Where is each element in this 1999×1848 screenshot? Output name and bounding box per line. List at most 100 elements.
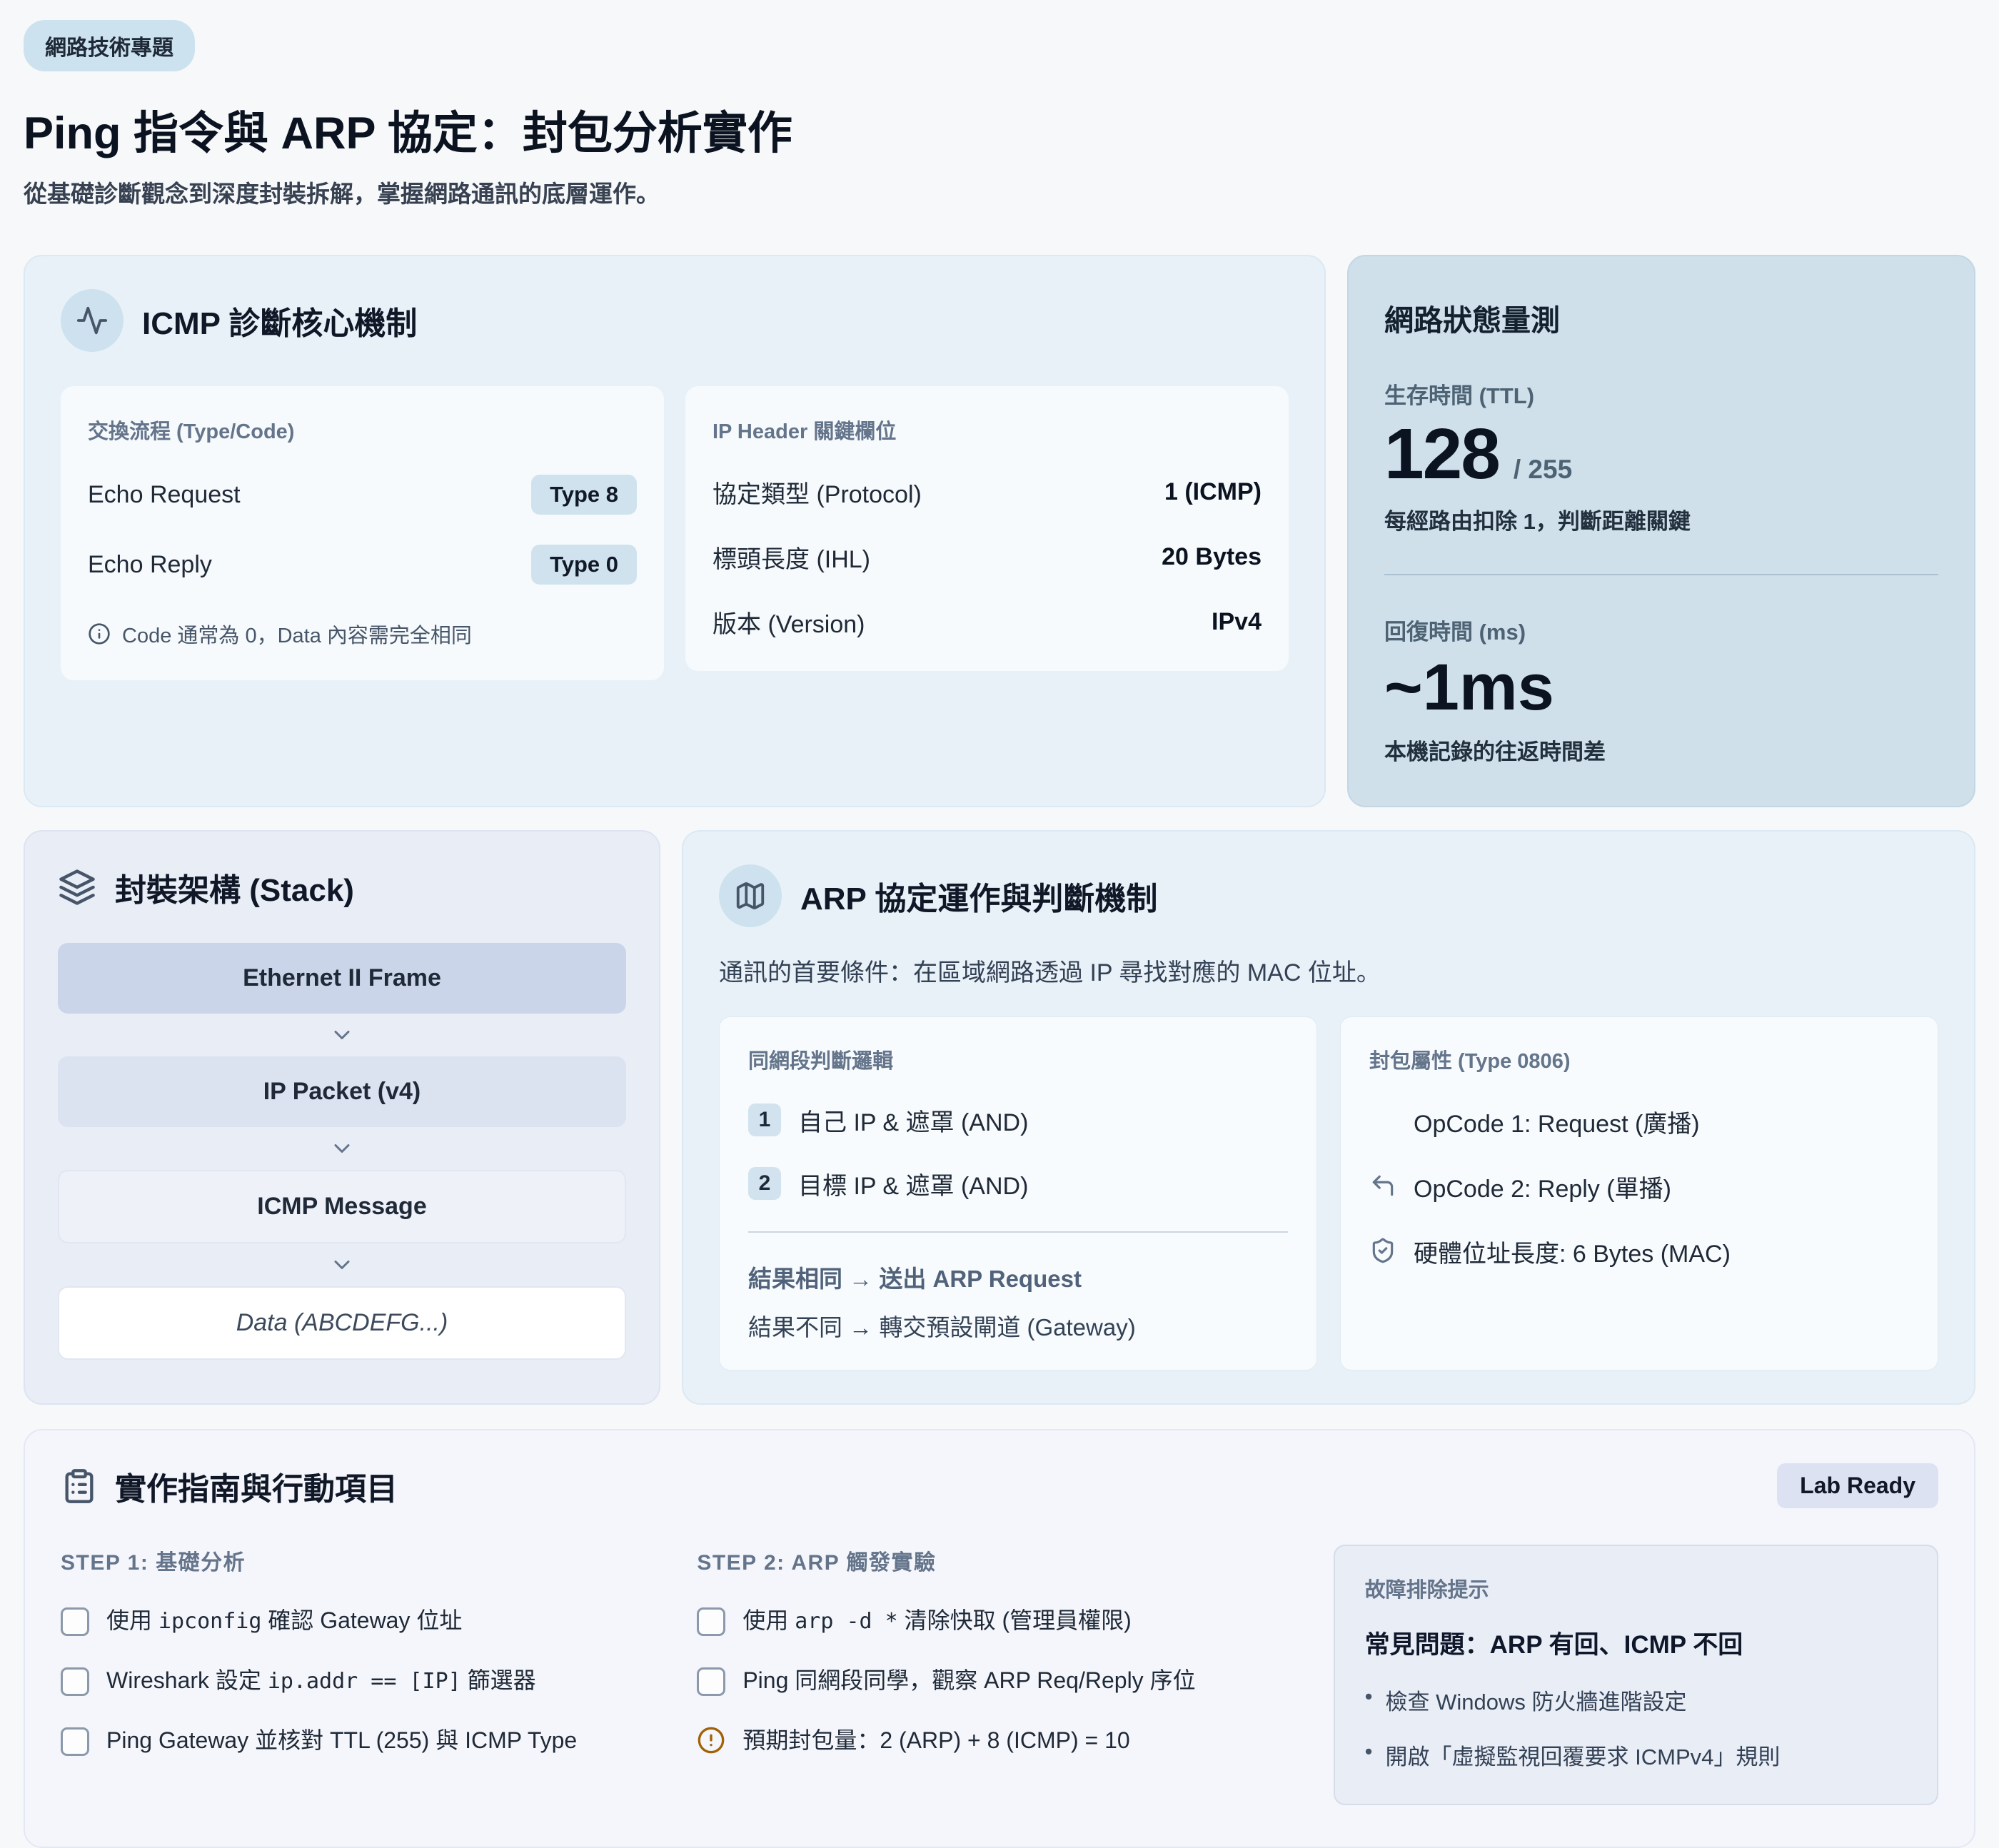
stack-layer: Ethernet II Frame — [58, 943, 626, 1014]
stack-card: 封裝架構 (Stack) Ethernet II Frame IP Packet… — [24, 830, 660, 1405]
logic-step-text: 自己 IP & 遮罩 (AND) — [798, 1103, 1028, 1138]
logic-step: 1 自己 IP & 遮罩 (AND) — [748, 1103, 1288, 1138]
layers-icon — [58, 868, 96, 907]
packet-row: 硬體位址長度: 6 Bytes (MAC) — [1369, 1234, 1909, 1269]
checklist-item: Wireshark 設定 ip.addr == [IP] 篩選器 — [61, 1666, 665, 1696]
icmp-card-header: ICMP 診斷核心機制 — [61, 289, 1289, 352]
ipheader-label: IP Header 關鍵欄位 — [713, 415, 1262, 445]
ipheader-row: 協定類型 (Protocol) 1 (ICMP) — [713, 475, 1262, 510]
checkbox[interactable] — [697, 1607, 725, 1636]
tips-label: 故障排除提示 — [1365, 1573, 1907, 1603]
map-icon — [719, 864, 782, 927]
checklist-item-text: Ping Gateway 並核對 TTL (255) 與 ICMP Type — [106, 1726, 577, 1756]
ttl-max: / 255 — [1514, 455, 1572, 485]
stack-layer-data: Data (ABCDEFG...) — [58, 1286, 626, 1360]
exchange-note-row: Code 通常為 0，Data 內容需完全相同 — [88, 619, 637, 649]
ipheader-row: 標頭長度 (IHL) 20 Bytes — [713, 540, 1262, 575]
packet-row-text: OpCode 1: Request (廣播) — [1414, 1104, 1700, 1139]
type-badge: Type 0 — [531, 545, 637, 585]
status-divider — [1384, 574, 1938, 575]
chevron-down-icon — [58, 1127, 626, 1170]
ipheader-row-label: 標頭長度 (IHL) — [713, 540, 870, 575]
rtt-caption: 本機記錄的往返時間差 — [1384, 734, 1938, 766]
guide-columns: STEP 1: 基礎分析 使用 ipconfig 確認 Gateway 位址 W… — [61, 1545, 1938, 1805]
bullet-icon: • — [1365, 1739, 1373, 1764]
arp-card-header: ARP 協定運作與判斷機制 — [719, 864, 1938, 927]
arp-boxes: 同網段判斷邏輯 1 自己 IP & 遮罩 (AND) 2 目標 IP & 遮罩 … — [719, 1016, 1938, 1370]
checklist-item: 使用 arp -d * 清除快取 (管理員權限) — [697, 1606, 1301, 1636]
step-number-badge: 1 — [748, 1104, 781, 1136]
checkbox[interactable] — [697, 1667, 725, 1696]
step2-column: STEP 2: ARP 觸發實驗 使用 arp -d * 清除快取 (管理員權限… — [697, 1545, 1301, 1756]
icmp-card-title: ICMP 診斷核心機制 — [142, 298, 417, 343]
step1-label: STEP 1: 基礎分析 — [61, 1545, 665, 1576]
page: 網路技術專題 Ping 指令與 ARP 協定：封包分析實作 從基礎診斷觀念到深度… — [0, 0, 1999, 1848]
exchange-subcard: 交換流程 (Type/Code) Echo Request Type 8 Ech… — [61, 386, 664, 680]
logic-step-text: 目標 IP & 遮罩 (AND) — [798, 1166, 1028, 1201]
stack-layer: ICMP Message — [58, 1170, 626, 1243]
checkbox[interactable] — [61, 1667, 89, 1696]
page-subtitle: 從基礎診斷觀念到深度封裝拆解，掌握網路通訊的底層運作。 — [24, 175, 1975, 209]
packet-row: OpCode 2: Reply (單播) — [1369, 1169, 1909, 1204]
icmp-subcards: 交換流程 (Type/Code) Echo Request Type 8 Ech… — [61, 386, 1289, 680]
ttl-label: 生存時間 (TTL) — [1384, 378, 1938, 410]
page-title: Ping 指令與 ARP 協定：封包分析實作 — [24, 97, 1975, 162]
exchange-row-label: Echo Request — [88, 481, 241, 509]
packet-label: 封包屬性 (Type 0806) — [1369, 1044, 1909, 1074]
step-number-badge: 2 — [748, 1167, 781, 1200]
status-card: 網路狀態量測 生存時間 (TTL) 128 / 255 每經路由扣除 1，判斷距… — [1347, 255, 1975, 807]
expected-packet-note: 預期封包量：2 (ARP) + 8 (ICMP) = 10 — [697, 1726, 1301, 1756]
step1-column: STEP 1: 基礎分析 使用 ipconfig 確認 Gateway 位址 W… — [61, 1545, 665, 1756]
alert-circle-icon — [697, 1726, 725, 1754]
row-stack-arp: 封裝架構 (Stack) Ethernet II Frame IP Packet… — [24, 830, 1975, 1405]
guide-card-title: 實作指南與行動項目 — [115, 1463, 398, 1509]
ipheader-row-value: IPv4 — [1212, 608, 1262, 636]
topic-badge: 網路技術專題 — [24, 20, 195, 71]
checklist-item-text: 使用 arp -d * 清除快取 (管理員權限) — [742, 1606, 1132, 1636]
tip-item-text: 開啟「虛擬監視回覆要求 ICMPv4」規則 — [1386, 1739, 1781, 1771]
logic-step: 2 目標 IP & 遮罩 (AND) — [748, 1166, 1288, 1201]
checklist-item: 使用 ipconfig 確認 Gateway 位址 — [61, 1606, 665, 1636]
stack-layers: Ethernet II Frame IP Packet (v4) ICMP Me… — [58, 943, 626, 1360]
packet-row: OpCode 1: Request (廣播) — [1369, 1104, 1909, 1139]
checkbox[interactable] — [61, 1607, 89, 1636]
chevron-down-icon — [58, 1243, 626, 1286]
packet-row-text: OpCode 2: Reply (單播) — [1414, 1169, 1671, 1204]
rtt-value: ~1ms — [1384, 653, 1554, 722]
expected-packet-text: 預期封包量：2 (ARP) + 8 (ICMP) = 10 — [742, 1726, 1129, 1756]
checklist-item: Ping Gateway 並核對 TTL (255) 與 ICMP Type — [61, 1726, 665, 1756]
checklist-item-text: Ping 同網段同學，觀察 ARP Req/Reply 序位 — [742, 1666, 1195, 1696]
chevron-down-icon — [58, 1014, 626, 1056]
logic-label: 同網段判斷邏輯 — [748, 1044, 1288, 1074]
exchange-note: Code 通常為 0，Data 內容需完全相同 — [122, 619, 472, 649]
ipheader-row-value: 1 (ICMP) — [1164, 478, 1262, 506]
troubleshooting-box: 故障排除提示 常見問題：ARP 有回、ICMP 不回 • 檢查 Windows … — [1334, 1545, 1938, 1805]
ipheader-row-label: 協定類型 (Protocol) — [713, 475, 922, 510]
type-badge: Type 8 — [531, 475, 637, 515]
logic-box: 同網段判斷邏輯 1 自己 IP & 遮罩 (AND) 2 目標 IP & 遮罩 … — [719, 1016, 1317, 1370]
ttl-caption: 每經路由扣除 1，判斷距離關鍵 — [1384, 503, 1938, 535]
reply-arrow-icon — [1369, 1172, 1398, 1201]
packet-row-text: 硬體位址長度: 6 Bytes (MAC) — [1414, 1234, 1731, 1269]
tip-item: • 開啟「虛擬監視回覆要求 ICMPv4」規則 — [1365, 1739, 1907, 1771]
guide-card-header: 實作指南與行動項目 Lab Ready — [61, 1463, 1938, 1509]
logic-result-same: 結果相同 → 送出 ARP Request — [748, 1260, 1288, 1294]
guide-card: 實作指南與行動項目 Lab Ready STEP 1: 基礎分析 使用 ipco… — [24, 1429, 1975, 1848]
ipheader-row-value: 20 Bytes — [1162, 543, 1262, 571]
info-icon — [88, 622, 111, 645]
arp-card-title: ARP 協定運作與判斷機制 — [800, 873, 1157, 919]
checkbox[interactable] — [61, 1727, 89, 1756]
rtt-label: 回復時間 (ms) — [1384, 614, 1938, 646]
exchange-row: Echo Reply Type 0 — [88, 545, 637, 585]
ipheader-row: 版本 (Version) IPv4 — [713, 605, 1262, 640]
stack-layer: IP Packet (v4) — [58, 1056, 626, 1127]
tips-headline: 常見問題：ARP 有回、ICMP 不回 — [1365, 1625, 1907, 1661]
checklist-item: Ping 同網段同學，觀察 ARP Req/Reply 序位 — [697, 1666, 1301, 1696]
ttl-metric: 128 / 255 — [1384, 417, 1938, 492]
clipboard-list-icon — [61, 1468, 98, 1505]
tip-item-text: 檢查 Windows 防火牆進階設定 — [1386, 1684, 1687, 1716]
exchange-label: 交換流程 (Type/Code) — [88, 415, 637, 445]
shield-check-icon — [1369, 1237, 1398, 1266]
logic-result-diff: 結果不同 → 轉交預設閘道 (Gateway) — [748, 1308, 1288, 1343]
stack-card-title: 封裝架構 (Stack) — [115, 864, 354, 910]
